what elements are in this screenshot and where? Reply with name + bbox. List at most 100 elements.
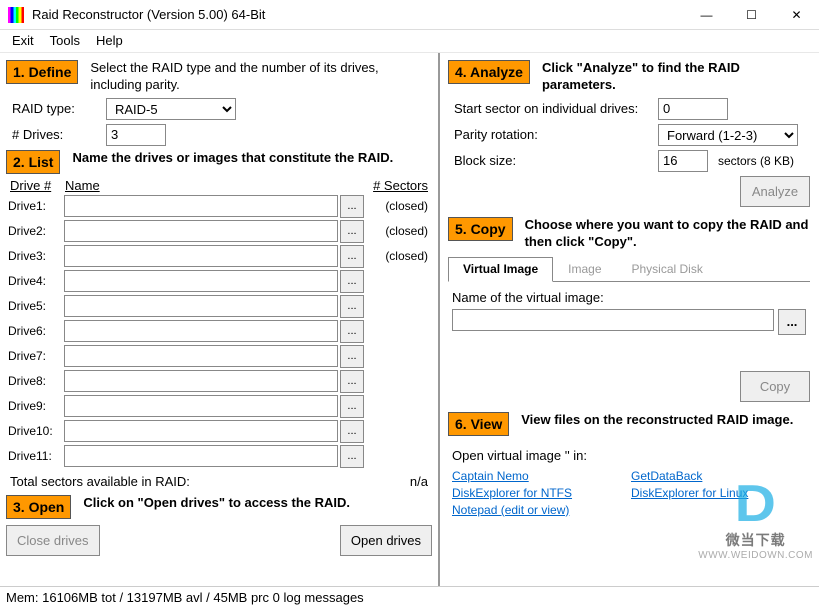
drive-browse-button[interactable]: ... [340, 320, 364, 343]
link-notepad[interactable]: Notepad (edit or view) [452, 503, 631, 517]
drives-count-label: # Drives: [6, 127, 106, 142]
drive-browse-button[interactable]: ... [340, 195, 364, 218]
drive-label: Drive1: [6, 199, 64, 213]
menu-exit[interactable]: Exit [4, 30, 42, 52]
section-list: 2. List Name the drives or images that c… [6, 150, 432, 174]
link-diskexplorer-linux[interactable]: DiskExplorer for Linux [631, 486, 810, 500]
drive-row: Drive6:... [6, 320, 432, 343]
drive-browse-button[interactable]: ... [340, 445, 364, 468]
drive-label: Drive5: [6, 299, 64, 313]
close-button[interactable]: ✕ [774, 0, 819, 30]
badge-list: 2. List [6, 150, 60, 174]
drive-name-input[interactable] [64, 270, 338, 292]
drive-browse-button[interactable]: ... [340, 245, 364, 268]
drive-row: Drive2:...(closed) [6, 220, 432, 243]
minimize-button[interactable]: — [684, 0, 729, 30]
drive-name-input[interactable] [64, 345, 338, 367]
menu-tools[interactable]: Tools [42, 30, 88, 52]
drive-name-input[interactable] [64, 445, 338, 467]
drive-row: Drive9:... [6, 395, 432, 418]
badge-define: 1. Define [6, 60, 78, 84]
tab-content: Name of the virtual image: ... [448, 282, 810, 343]
drive-label: Drive11: [6, 449, 64, 463]
list-desc: Name the drives or images that constitut… [72, 150, 393, 167]
open-drives-button[interactable]: Open drives [340, 525, 432, 556]
section-define: 1. Define Select the RAID type and the n… [6, 60, 432, 94]
drive-label: Drive10: [6, 424, 64, 438]
drive-name-input[interactable] [64, 420, 338, 442]
drive-row: Drive3:...(closed) [6, 245, 432, 268]
start-sector-label: Start sector on individual drives: [448, 101, 658, 116]
link-diskexplorer-ntfs[interactable]: DiskExplorer for NTFS [452, 486, 631, 500]
drives-header: Drive # Name # Sectors [6, 178, 432, 193]
maximize-button[interactable]: ☐ [729, 0, 774, 30]
analyze-button[interactable]: Analyze [740, 176, 810, 207]
section-open: 3. Open Click on "Open drives" to access… [6, 495, 432, 519]
raid-type-select[interactable]: RAID-5 [106, 98, 236, 120]
app-icon [8, 7, 24, 23]
content: 1. Define Select the RAID type and the n… [0, 53, 819, 586]
virtual-image-browse-button[interactable]: ... [778, 309, 806, 335]
drive-label: Drive3: [6, 249, 64, 263]
drive-label: Drive6: [6, 324, 64, 338]
status-text: Mem: 16106MB tot / 13197MB avl / 45MB pr… [6, 590, 364, 605]
close-drives-button[interactable]: Close drives [6, 525, 100, 556]
drive-browse-button[interactable]: ... [340, 395, 364, 418]
link-captain-nemo[interactable]: Captain Nemo [452, 469, 631, 483]
block-size-note: sectors (8 KB) [718, 154, 794, 168]
drive-browse-button[interactable]: ... [340, 270, 364, 293]
drive-name-input[interactable] [64, 195, 338, 217]
link-getdataback[interactable]: GetDataBack [631, 469, 810, 483]
drive-status: (closed) [364, 199, 432, 213]
drive-name-input[interactable] [64, 370, 338, 392]
section-copy: 5. Copy Choose where you want to copy th… [448, 217, 810, 251]
section-analyze: 4. Analyze Click "Analyze" to find the R… [448, 60, 810, 94]
drive-browse-button[interactable]: ... [340, 370, 364, 393]
define-desc: Select the RAID type and the number of i… [90, 60, 432, 94]
drive-name-input[interactable] [64, 395, 338, 417]
drive-row: Drive10:... [6, 420, 432, 443]
block-size-label: Block size: [448, 153, 658, 168]
right-panel: 4. Analyze Click "Analyze" to find the R… [440, 53, 818, 586]
menu-help[interactable]: Help [88, 30, 131, 52]
menubar: Exit Tools Help [0, 30, 819, 53]
open-desc: Click on "Open drives" to access the RAI… [83, 495, 350, 512]
section-view: 6. View View files on the reconstructed … [448, 412, 810, 436]
copy-button[interactable]: Copy [740, 371, 810, 402]
tab-physical-disk[interactable]: Physical Disk [617, 257, 718, 281]
drive-browse-button[interactable]: ... [340, 220, 364, 243]
titlebar: Raid Reconstructor (Version 5.00) 64-Bit… [0, 0, 819, 30]
drive-name-input[interactable] [64, 295, 338, 317]
drive-status: (closed) [364, 224, 432, 238]
drives-list: Drive1:...(closed)Drive2:...(closed)Driv… [6, 195, 432, 468]
drives-count-input[interactable] [106, 124, 166, 146]
copy-tabs: Virtual Image Image Physical Disk [448, 257, 810, 282]
badge-copy: 5. Copy [448, 217, 513, 241]
virtual-image-name-input[interactable] [452, 309, 774, 331]
drive-row: Drive8:... [6, 370, 432, 393]
drive-name-input[interactable] [64, 245, 338, 267]
drive-browse-button[interactable]: ... [340, 295, 364, 318]
tab-virtual-image[interactable]: Virtual Image [448, 257, 553, 282]
drive-browse-button[interactable]: ... [340, 420, 364, 443]
start-sector-input[interactable] [658, 98, 728, 120]
drive-browse-button[interactable]: ... [340, 345, 364, 368]
tab-image[interactable]: Image [553, 257, 616, 281]
window-title: Raid Reconstructor (Version 5.00) 64-Bit [32, 7, 684, 22]
drive-row: Drive11:... [6, 445, 432, 468]
drive-name-input[interactable] [64, 220, 338, 242]
drive-name-input[interactable] [64, 320, 338, 342]
badge-view: 6. View [448, 412, 509, 436]
parity-select[interactable]: Forward (1-2-3) [658, 124, 798, 146]
col-name: Name [65, 178, 353, 193]
left-panel: 1. Define Select the RAID type and the n… [0, 53, 440, 586]
drive-status: (closed) [364, 249, 432, 263]
drive-label: Drive7: [6, 349, 64, 363]
copy-desc: Choose where you want to copy the RAID a… [525, 217, 810, 251]
total-sectors-value: n/a [410, 474, 428, 489]
window-controls: — ☐ ✕ [684, 0, 819, 30]
block-size-input[interactable] [658, 150, 708, 172]
raid-type-label: RAID type: [6, 101, 106, 116]
statusbar: Mem: 16106MB tot / 13197MB avl / 45MB pr… [0, 586, 819, 608]
col-drive-num: Drive # [10, 178, 65, 193]
